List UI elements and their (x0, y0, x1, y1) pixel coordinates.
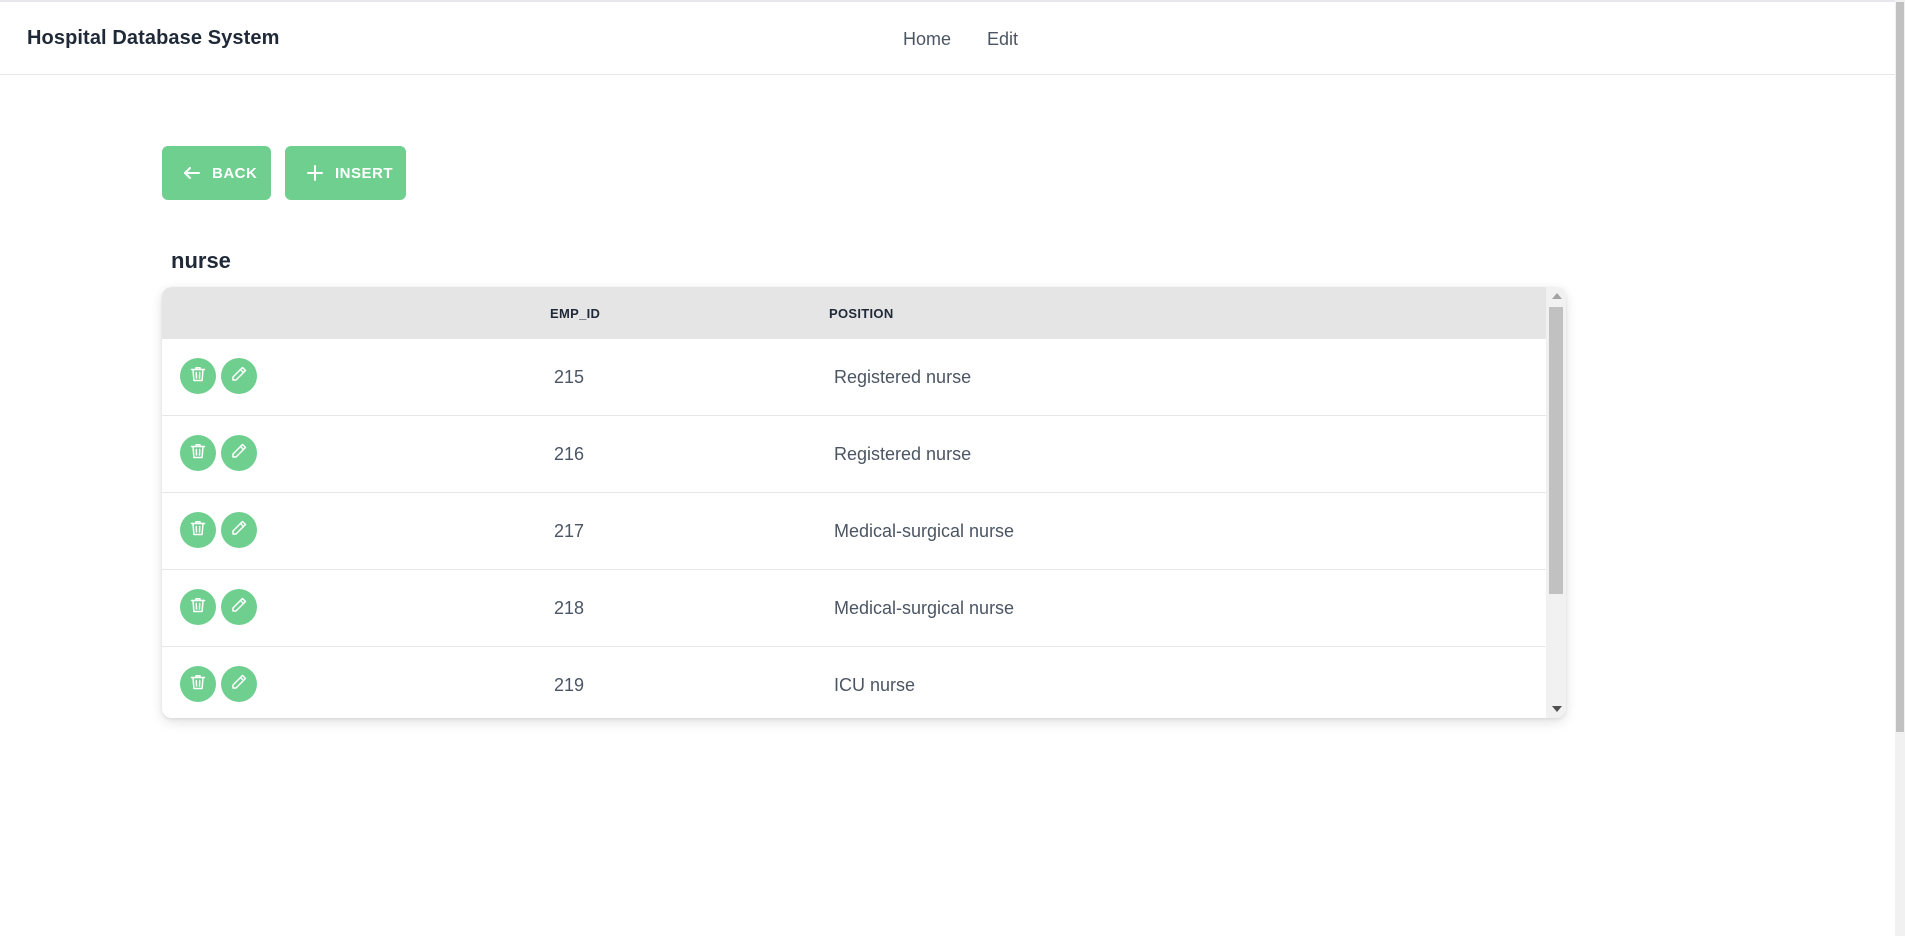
edit-button[interactable] (221, 666, 257, 702)
edit-button[interactable] (221, 512, 257, 548)
table-scrollbar[interactable] (1546, 287, 1566, 718)
row-actions (180, 589, 257, 625)
cell-position: ICU nurse (834, 675, 916, 695)
edit-button[interactable] (221, 589, 257, 625)
cell-position: Registered nurse (834, 367, 972, 387)
cell-position: Medical-surgical nurse (834, 521, 1015, 541)
table-row: 215 Registered nurse (162, 339, 1546, 416)
insert-button[interactable]: INSERT (285, 146, 406, 200)
action-bar: BACK INSERT (162, 146, 406, 200)
delete-button[interactable] (180, 358, 216, 394)
edit-button[interactable] (221, 435, 257, 471)
table-header: EMP_ID POSITION (162, 287, 1546, 339)
plus-icon (305, 162, 325, 184)
nav-links: Home Edit (903, 29, 1018, 50)
nav-link-edit[interactable]: Edit (987, 29, 1018, 50)
pencil-icon (230, 365, 248, 388)
trash-icon (189, 596, 207, 619)
row-actions (180, 666, 257, 702)
row-actions (180, 358, 257, 394)
table-row: 219 ICU nurse (162, 647, 1546, 718)
scroll-up-arrow-icon[interactable] (1552, 293, 1562, 299)
column-header-emp-id: EMP_ID (550, 306, 601, 321)
trash-icon (189, 442, 207, 465)
scroll-down-arrow-icon[interactable] (1552, 706, 1562, 712)
delete-button[interactable] (180, 589, 216, 625)
nav-link-home[interactable]: Home (903, 29, 951, 50)
cell-emp-id: 216 (554, 444, 585, 464)
column-header-position: POSITION (829, 306, 894, 321)
cell-position: Registered nurse (834, 444, 972, 464)
row-actions (180, 512, 257, 548)
cell-emp-id: 218 (554, 598, 585, 618)
table-scroll-thumb[interactable] (1549, 307, 1563, 594)
pencil-icon (230, 596, 248, 619)
delete-button[interactable] (180, 666, 216, 702)
edit-button[interactable] (221, 358, 257, 394)
trash-icon (189, 519, 207, 542)
arrow-left-icon (182, 162, 202, 184)
delete-button[interactable] (180, 512, 216, 548)
top-navbar: Hospital Database System Home Edit (0, 0, 1895, 75)
insert-button-label: INSERT (335, 164, 394, 182)
data-table: EMP_ID POSITION 215 Registered nurse 216… (162, 287, 1566, 718)
cell-emp-id: 219 (554, 675, 585, 695)
cell-emp-id: 217 (554, 521, 585, 541)
back-button[interactable]: BACK (162, 146, 271, 200)
trash-icon (189, 673, 207, 696)
table-row: 218 Medical-surgical nurse (162, 570, 1546, 647)
pencil-icon (230, 442, 248, 465)
pencil-icon (230, 519, 248, 542)
delete-button[interactable] (180, 435, 216, 471)
trash-icon (189, 365, 207, 388)
pencil-icon (230, 673, 248, 696)
cell-position: Medical-surgical nurse (834, 598, 1015, 618)
row-actions (180, 435, 257, 471)
back-button-label: BACK (212, 164, 258, 182)
table-row: 217 Medical-surgical nurse (162, 493, 1546, 570)
page-scroll-thumb[interactable] (1896, 2, 1904, 732)
cell-emp-id: 215 (554, 367, 585, 387)
table-title: nurse (171, 248, 231, 273)
app-brand[interactable]: Hospital Database System (27, 27, 280, 50)
table-row: 216 Registered nurse (162, 416, 1546, 493)
page-scrollbar[interactable] (1895, 0, 1905, 936)
